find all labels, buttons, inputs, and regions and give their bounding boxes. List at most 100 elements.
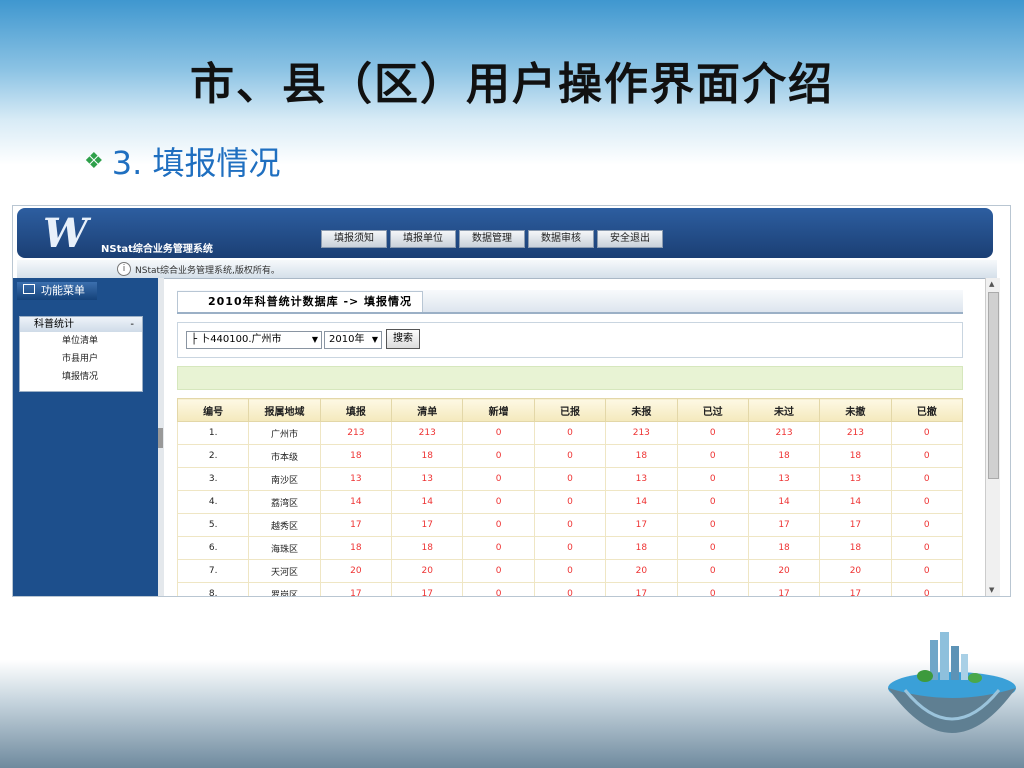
table-row[interactable]: 2. 市本级 18 18 0 0 18 0 18 18 0 [176,444,964,468]
table-cell: 0 [462,421,535,445]
vertical-scrollbar[interactable]: ▲ ▼ [985,278,1000,596]
sidebar-tab-menu[interactable]: 功能菜单 [17,282,97,300]
table-cell: 14 [391,490,464,514]
app-screenshot: W NStat综合业务管理系统 填报须知 填报单位 数据管理 数据审核 安全退出… [12,205,1011,597]
menu-group: 科普统计 - 单位清单 市县用户 填报情况 [19,316,143,392]
region-select-value: ├ 卜440100.广州市 [191,334,282,345]
table-row[interactable]: 1. 广州市 213 213 0 0 213 0 213 213 0 [176,421,964,445]
table-cell: 13 [747,467,821,491]
table-cell: 20 [819,559,892,583]
table-cell: 18 [747,536,821,560]
table-cell: 4. [176,490,250,514]
app-name: NStat综合业务管理系统 [101,244,213,255]
status-text: NStat综合业务管理系统,版权所有。 [135,266,280,276]
column-header: 已过 [676,398,749,422]
table-cell: 17 [319,513,393,537]
table-cell: 0 [462,444,535,468]
report-table: 编号 报属地域 填报 清单 新增 已报 未报 已过 未过 未撤 已撤 1. 广州市 213 213 0 0 21… [176,398,964,596]
table-cell: 越秀区 [248,513,321,537]
table-cell: 1. [176,421,250,445]
table-cell: 0 [533,513,607,537]
bullet-line: ❖ 3. 填报情况 [84,138,280,184]
collapse-icon[interactable]: - [130,317,134,332]
year-select[interactable]: 2010年 ▼ [324,331,382,349]
table-cell: 0 [890,536,964,560]
table-cell: 0 [676,582,749,596]
year-select-value: 2010年 [329,334,365,345]
table-row[interactable]: 7. 天河区 20 20 0 0 20 0 20 20 0 [176,559,964,583]
menu-group-header[interactable]: 科普统计 - [20,317,142,332]
sidebar-item-report-status[interactable]: 填报情况 [20,368,142,386]
table-cell: 17 [391,582,464,596]
nav-logout-button[interactable]: 安全退出 [597,230,663,248]
table-cell: 14 [819,490,892,514]
table-cell: 213 [319,421,393,445]
table-cell: 13 [605,467,678,491]
nav-unit-button[interactable]: 填报单位 [390,230,456,248]
nav-data-button[interactable]: 数据管理 [459,230,525,248]
table-cell: 5. [176,513,250,537]
column-header: 清单 [391,398,464,422]
chevron-down-icon: ▼ [311,335,318,344]
table-cell: 0 [676,444,749,468]
table-cell: 18 [819,444,892,468]
table-cell: 荔湾区 [248,490,321,514]
table-cell: 17 [819,582,892,596]
search-button[interactable]: 搜索 [386,329,420,349]
table-cell: 20 [391,559,464,583]
chevron-down-icon: ▼ [371,335,378,344]
sidebar: 功能菜单 科普统计 - 单位清单 市县用户 填报情况 [13,278,158,596]
table-cell: 0 [890,513,964,537]
sidebar-item-unit-list[interactable]: 单位清单 [20,332,142,350]
region-select[interactable]: ├ 卜440100.广州市 ▼ [186,331,322,349]
table-cell: 0 [890,490,964,514]
table-cell: 18 [747,444,821,468]
table-cell: 17 [747,582,821,596]
table-cell: 0 [676,467,749,491]
collapse-arrow-icon[interactable] [158,428,163,448]
table-cell: 0 [462,536,535,560]
table-cell: 18 [319,444,393,468]
table-row[interactable]: 8. 罗岗区 17 17 0 0 17 0 17 17 0 [176,582,964,596]
table-cell: 18 [605,536,678,560]
table-row[interactable]: 4. 荔湾区 14 14 0 0 14 0 14 14 0 [176,490,964,514]
column-header: 编号 [176,398,250,422]
splitter[interactable] [158,278,164,596]
table-cell: 0 [533,582,607,596]
table-cell: 14 [747,490,821,514]
status-bar: i NStat综合业务管理系统,版权所有。 [17,260,997,279]
table-cell: 17 [819,513,892,537]
column-header: 填报 [319,398,393,422]
table-cell: 18 [391,536,464,560]
scroll-up-icon[interactable]: ▲ [989,280,994,288]
top-nav: 填报须知 填报单位 数据管理 数据审核 安全退出 [321,230,663,248]
nav-audit-button[interactable]: 数据审核 [528,230,594,248]
column-header: 未报 [605,398,678,422]
slide-title: 市、县（区）用户操作界面介绍 [190,59,834,110]
bullet-text: 3. 填报情况 [111,144,281,182]
table-row[interactable]: 3. 南沙区 13 13 0 0 13 0 13 13 0 [176,467,964,491]
table-cell: 0 [533,421,607,445]
table-cell: 3. [176,467,250,491]
table-cell: 6. [176,536,250,560]
table-cell: 14 [319,490,393,514]
table-cell: 17 [747,513,821,537]
table-cell: 17 [605,513,678,537]
table-row[interactable]: 5. 越秀区 17 17 0 0 17 0 17 17 0 [176,513,964,537]
column-header: 报属地域 [248,398,321,422]
sidebar-item-city-users[interactable]: 市县用户 [20,350,142,368]
table-cell: 0 [462,559,535,583]
table-cell: 213 [391,421,464,445]
scroll-down-icon[interactable]: ▼ [989,586,994,594]
table-cell: 17 [605,582,678,596]
table-cell: 0 [462,490,535,514]
column-header: 已报 [533,398,607,422]
table-cell: 0 [890,559,964,583]
scroll-thumb[interactable] [988,292,999,479]
nav-notice-button[interactable]: 填报须知 [321,230,387,248]
table-cell: 0 [890,444,964,468]
sidebar-tab-label: 功能菜单 [41,284,85,297]
table-row[interactable]: 6. 海珠区 18 18 0 0 18 0 18 18 0 [176,536,964,560]
breadcrumb: 2010年科普统计数据库 -> 填报情况 [177,291,424,312]
table-cell: 213 [605,421,678,445]
